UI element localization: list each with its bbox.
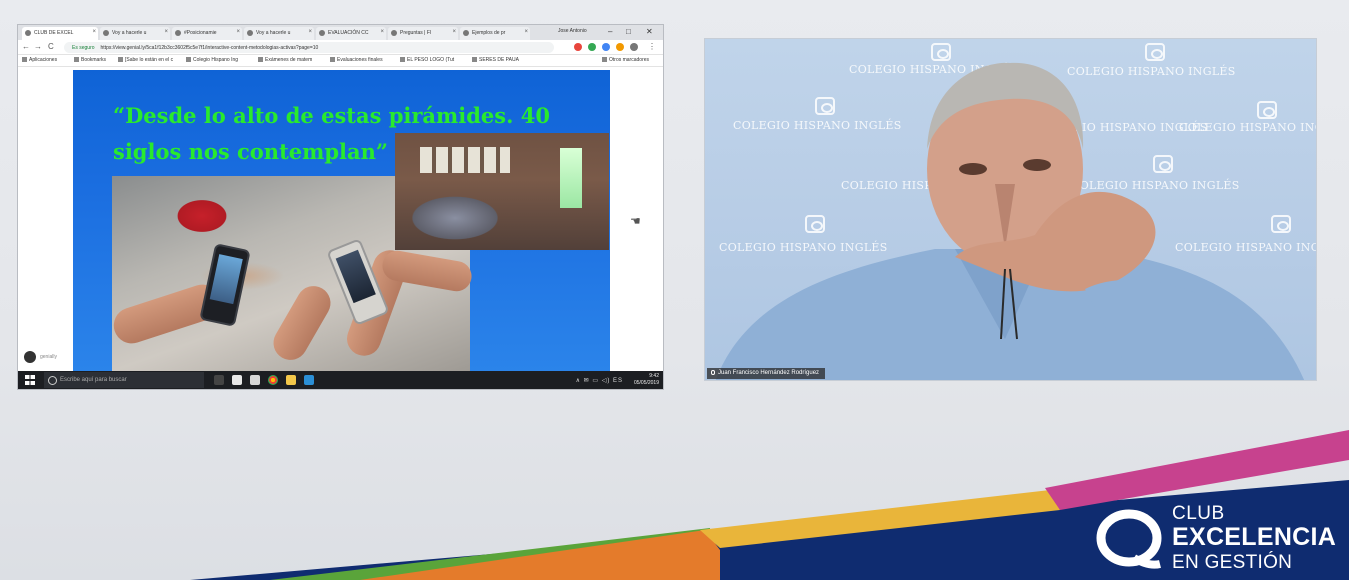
web-page-content: “Desde lo alto de estas pirámides. 40 si…: [18, 67, 663, 372]
bookmark-item[interactable]: Exámenes de matem: [258, 57, 312, 63]
participant-name-tag: Juan Francisco Hernández Rodríguez: [707, 368, 826, 379]
genially-logo-text: genially: [40, 354, 57, 360]
extension-icon[interactable]: [602, 43, 610, 51]
webcam-feed: COLEGIO HISPANO INGLÉS COLEGIO HISPANO I…: [704, 38, 1317, 381]
maximize-button[interactable]: □: [626, 27, 631, 36]
app-icon[interactable]: [250, 375, 260, 385]
presentation-slide[interactable]: “Desde lo alto de estas pirámides. 40 si…: [73, 70, 610, 372]
tab-label: EVALUACIÓN CC: [328, 30, 369, 36]
logo-line-en-gestion: EN GESTIÓN: [1172, 552, 1293, 573]
close-icon[interactable]: ×: [236, 29, 240, 35]
tab-label: Voy a hacerle u: [112, 30, 147, 36]
task-view-icon[interactable]: [214, 375, 224, 385]
genially-logo-icon[interactable]: [24, 351, 36, 363]
minimize-button[interactable]: –: [608, 27, 612, 36]
reload-icon[interactable]: C: [48, 42, 54, 51]
browser-tab[interactable]: Voy a hacerle u ×: [244, 27, 314, 40]
tab-label: CLUB DE EXCEL: [34, 30, 74, 36]
tab-label: #Posicionamie: [184, 30, 217, 36]
secure-label: Es seguro: [72, 45, 95, 51]
close-icon[interactable]: ×: [308, 29, 312, 35]
forward-arrow-icon[interactable]: →: [34, 42, 42, 51]
folder-icon[interactable]: [286, 375, 296, 385]
close-icon[interactable]: ×: [92, 29, 96, 35]
close-icon[interactable]: ×: [164, 29, 168, 35]
slide-title: “Desde lo alto de estas pirámides. 40 si…: [113, 103, 550, 164]
microphone-icon: [711, 370, 715, 375]
chrome-icon[interactable]: [268, 375, 278, 385]
clock-time: 9:42: [649, 373, 659, 379]
clock-date: 05/05/2019: [633, 380, 659, 386]
tab-label: Ejemplos de pr: [472, 30, 506, 36]
browser-address-bar: ← → C Es seguro https://view.genial.ly/5c…: [18, 40, 663, 55]
extension-icon[interactable]: [616, 43, 624, 51]
tab-label: Preguntas | Fl: [400, 30, 432, 36]
club-logo-mark-icon: [1096, 509, 1162, 569]
participant-name: Juan Francisco Hernández Rodríguez: [718, 370, 820, 376]
bookmark-item[interactable]: Colegio Hispano Ing: [186, 57, 238, 63]
browser-tab[interactable]: Preguntas | Fl ×: [388, 27, 458, 40]
extension-icon[interactable]: [630, 43, 638, 51]
file-explorer-icon[interactable]: [232, 375, 242, 385]
taskbar-clock[interactable]: 9:42 05/05/2019: [634, 373, 659, 387]
windows-taskbar: Escribe aquí para buscar ∧ ✉ ▭ ◁) ES 9:4…: [18, 371, 663, 389]
browser-profile-name[interactable]: Jose Antonio: [558, 28, 587, 34]
extension-icon[interactable]: [588, 43, 596, 51]
browser-tab[interactable]: EVALUACIÓN CC ×: [316, 27, 386, 40]
bookmarks-bar: Aplicaciones Bookmarks [Sabe lo están en…: [18, 55, 663, 67]
url-text: https://view.genial.ly/5ca1f12b3cc3602f5…: [100, 45, 319, 51]
browser-tab-strip: CLUB DE EXCEL × Voy a hacerle u × #Posicio…: [18, 25, 663, 40]
browser-tab[interactable]: Ejemplos de pr ×: [460, 27, 530, 40]
club-excelencia-logo: CLUB EXCELENCIA EN GESTIÓN: [1096, 500, 1341, 574]
close-icon[interactable]: ×: [380, 29, 384, 35]
logo-line-excelencia: EXCELENCIA: [1172, 523, 1337, 551]
browser-tab[interactable]: CLUB DE EXCEL ×: [22, 27, 98, 40]
bookmark-item[interactable]: [Sabe lo están en el c: [118, 57, 173, 63]
club-logo-text: CLUB EXCELENCIA EN GESTIÓN: [1172, 500, 1336, 572]
arm-shape: [267, 279, 337, 367]
browser-tab[interactable]: #Posicionamie ×: [172, 27, 242, 40]
bookmark-item[interactable]: EL PESO LOGO (Tut: [400, 57, 454, 63]
projector-screen: [560, 148, 582, 208]
screen-share-window: CLUB DE EXCEL × Voy a hacerle u × #Posicio…: [17, 24, 664, 390]
close-icon[interactable]: ×: [524, 29, 528, 35]
close-window-button[interactable]: ✕: [646, 27, 653, 36]
browser-tab[interactable]: Voy a hacerle u ×: [100, 27, 170, 40]
close-icon[interactable]: ×: [452, 29, 456, 35]
url-input[interactable]: Es seguro https://view.genial.ly/5ca1f12b…: [64, 42, 554, 53]
app-icon[interactable]: [304, 375, 314, 385]
bookmark-item[interactable]: SERES DE PAUA: [472, 57, 519, 63]
extension-icon[interactable]: [574, 43, 582, 51]
menu-kebab-icon[interactable]: ⋮: [648, 42, 656, 51]
logo-line-club: CLUB: [1172, 503, 1225, 524]
bookmark-item[interactable]: Aplicaciones: [22, 57, 57, 63]
bookmark-item[interactable]: Evaluaciones finales: [330, 57, 383, 63]
system-tray[interactable]: ∧ ✉ ▭ ◁) ES: [576, 377, 623, 384]
bookmark-item[interactable]: Bookmarks: [74, 57, 106, 63]
taskbar-search-input[interactable]: Escribe aquí para buscar: [44, 372, 204, 388]
other-bookmarks[interactable]: Otros marcadores: [602, 57, 649, 63]
windows-start-icon[interactable]: [25, 375, 35, 385]
back-arrow-icon[interactable]: ←: [22, 42, 30, 51]
smartphone-icon: [199, 243, 251, 327]
tab-label: Voy a hacerle u: [256, 30, 291, 36]
students-group: [395, 178, 515, 250]
presenter-figure: [715, 62, 1305, 380]
hand-cursor-icon: ☚: [630, 214, 641, 228]
